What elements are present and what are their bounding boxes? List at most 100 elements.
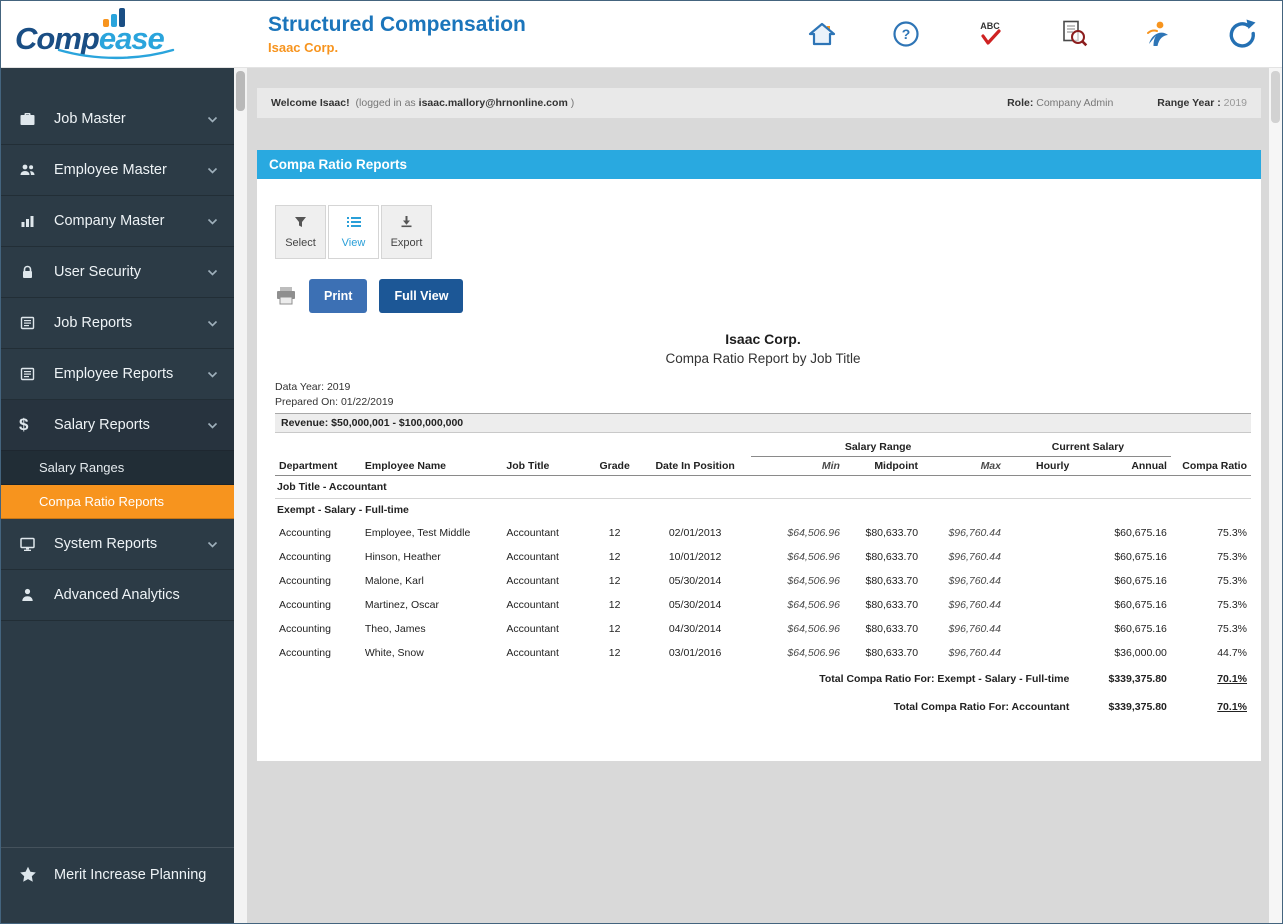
chevron-down-icon [207,541,218,548]
scrollbar-thumb[interactable] [1271,71,1280,123]
cell: 12 [608,647,621,659]
tab-export[interactable]: Export [381,205,432,259]
spell-check-icon[interactable]: ABC [974,18,1006,50]
tab-view[interactable]: View [328,205,379,259]
compease-logo[interactable]: Compease [1,4,234,64]
sidebar-item-compa-ratio-reports[interactable]: Compa Ratio Reports [1,485,234,519]
printer-icon[interactable] [275,286,297,306]
cell: $64,506.96 [787,575,840,587]
cell: 12 [608,575,621,587]
sidebar-item-user-security[interactable]: User Security [1,247,234,298]
sidebar-item-label: Employee Reports [54,366,174,382]
table-row: Accounting Theo, James Accountant 12 04/… [275,617,1251,641]
table-row: Accounting Hinson, Heather Accountant 12… [275,545,1251,569]
sidebar-item-employee-master[interactable]: Employee Master [1,145,234,196]
sidebar-item-employee-reports[interactable]: Employee Reports [1,349,234,400]
cell: $96,760.44 [948,647,1001,659]
sidebar-item-salary-ranges[interactable]: Salary Ranges [1,451,234,485]
report-actions: Print Full View [275,279,1251,313]
logo-bars-icon [103,8,125,27]
tab-label: View [341,236,366,249]
total-label: Total Compa Ratio For: Exempt - Salary -… [819,673,1070,685]
cell: 12 [608,599,621,611]
logout-icon[interactable] [1226,18,1258,50]
sidebar-item-merit-increase-planning[interactable]: Merit Increase Planning [1,847,234,923]
data-year: Data Year: 2019 [275,381,351,393]
cell: Martinez, Oscar [364,599,439,611]
cell [1005,569,1073,593]
role-info: Role: Company Admin [1007,97,1113,109]
print-button[interactable]: Print [309,279,368,313]
user-email: isaac.mallory@hrnonline.com [418,97,568,109]
cell: Accountant [506,623,559,635]
scrollbar-thumb[interactable] [236,71,245,111]
cell: 75.3% [1217,551,1247,563]
right-scrollbar[interactable] [1269,68,1282,923]
header-icon-bar: ? ABC [806,18,1258,50]
tab-label: Select [285,236,316,249]
people-figure-icon[interactable] [1142,18,1174,50]
cell: $64,506.96 [787,647,840,659]
sidebar-item-label: Job Master [54,111,126,127]
total-row: Total Compa Ratio For: Accountant $339,3… [275,693,1251,721]
cell: 05/30/2014 [668,599,722,611]
sidebar-item-job-reports[interactable]: Job Reports [1,298,234,349]
sidebar-item-system-reports[interactable]: System Reports [1,519,234,570]
lock-icon [19,264,45,280]
column-header: Grade [590,456,640,476]
help-icon[interactable]: ? [890,18,922,50]
cell: Accountant [506,527,559,539]
report-icon [19,315,45,331]
sidebar-item-label: Advanced Analytics [54,587,180,603]
session-info: Role: Company Admin Range Year : 2019 [1007,97,1247,109]
cell: $64,506.96 [787,599,840,611]
cell: $60,675.16 [1114,575,1167,587]
total-ratio-link[interactable]: 70.1% [1171,693,1251,721]
sidebar-item-company-master[interactable]: Company Master [1,196,234,247]
total-annual: $339,375.80 [1108,701,1167,713]
sidebar-item-advanced-analytics[interactable]: Advanced Analytics [1,570,234,621]
cell: 10/01/2012 [668,551,722,563]
spacer-cell [275,435,751,457]
cell: Theo, James [364,623,426,635]
table-row: Accounting White, Snow Accountant 12 03/… [275,641,1251,665]
cell: Accounting [279,623,331,635]
app-title: Structured Compensation [268,13,526,36]
full-view-button[interactable]: Full View [379,279,464,313]
tab-label: Export [390,237,423,249]
cell: Accountant [506,647,559,659]
cell: 75.3% [1217,527,1247,539]
report-panel: Select View Export Print Full View Isaac… [257,179,1261,761]
total-ratio-link[interactable]: 70.1% [1171,665,1251,693]
sidebar-item-label: System Reports [54,536,158,552]
person-icon [19,587,45,603]
report-header: Isaac Corp. Compa Ratio Report by Job Ti… [275,331,1251,366]
total-annual: $339,375.80 [1108,673,1167,685]
print-preview-icon[interactable] [1058,18,1090,50]
sidebar-item-job-master[interactable]: Job Master [1,94,234,145]
home-icon[interactable] [806,18,838,50]
spacer-cell [1171,435,1251,457]
cell [1005,593,1073,617]
column-header: Annual [1073,456,1171,476]
cell: Malone, Karl [364,575,424,587]
cell: $64,506.96 [787,551,840,563]
sidebar-subitem-label: Compa Ratio Reports [39,494,164,509]
cell: White, Snow [364,647,424,659]
cell: 12 [608,527,621,539]
sidebar-item-label: Job Reports [54,315,133,331]
left-scrollbar[interactable] [234,68,247,923]
content-area: Welcome Isaac! (logged in as isaac.mallor… [234,68,1282,923]
cell: $96,760.44 [948,623,1001,635]
cell: 02/01/2013 [668,527,722,539]
chevron-down-icon [207,167,218,174]
chevron-down-icon [207,116,218,123]
tab-select[interactable]: Select [275,205,326,259]
monitor-icon [19,536,45,552]
cell: $80,633.70 [865,599,919,611]
cell [1005,617,1073,641]
header-titles: Structured Compensation Isaac Corp. [268,13,526,55]
sidebar-item-salary-reports[interactable]: $ Salary Reports [1,400,234,451]
table-row: Accounting Employee, Test Middle Account… [275,521,1251,545]
sidebar-item-label: Employee Master [54,162,167,178]
